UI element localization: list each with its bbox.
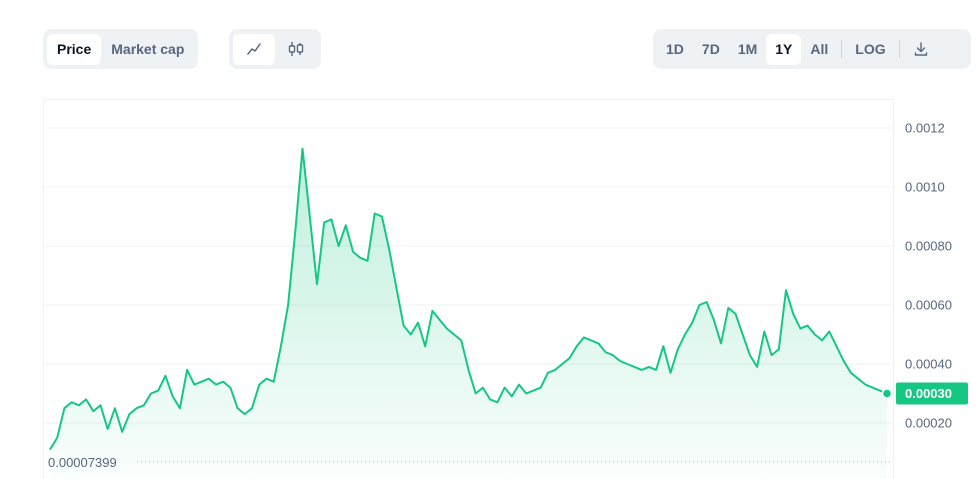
y-tick-label: 0.00080 bbox=[905, 239, 952, 254]
y-tick-label: 0.0012 bbox=[905, 121, 945, 136]
price-chart: 0.00007399 0.0012 0.0010 0.00080 0.00060 0.0… bbox=[43, 99, 968, 479]
y-tick-label: 0.0010 bbox=[905, 180, 945, 195]
y-tick-label: 0.00060 bbox=[905, 298, 952, 313]
y-tick-label: 0.00040 bbox=[905, 357, 952, 372]
current-price-label: 0.00030 bbox=[905, 386, 952, 401]
current-price-dot bbox=[881, 388, 893, 399]
low-price-label: 0.00007399 bbox=[48, 455, 117, 470]
price-area bbox=[50, 148, 887, 479]
y-tick-label: 0.00020 bbox=[905, 416, 952, 431]
